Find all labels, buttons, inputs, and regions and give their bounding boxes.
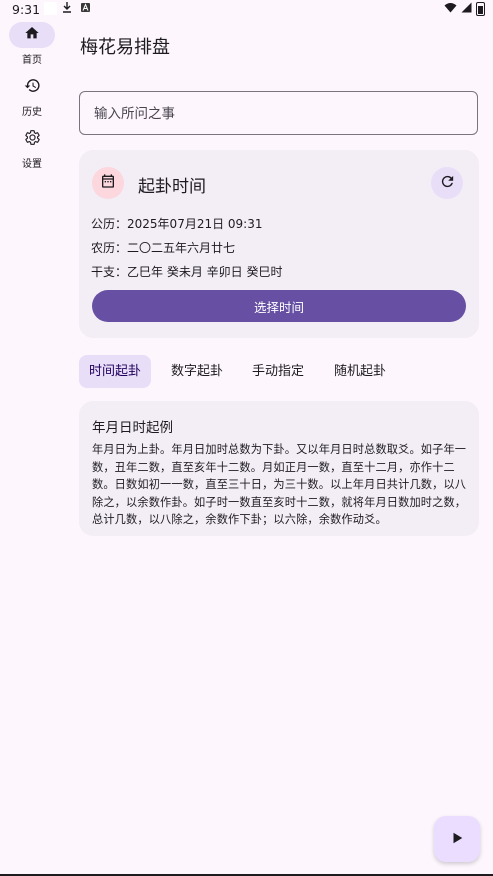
question-input[interactable]: [92, 92, 466, 136]
wifi-icon: [444, 2, 457, 16]
rail-item-home[interactable]: 首页: [0, 22, 64, 66]
notification-a-icon: [81, 3, 90, 12]
ganzhi-label: 干支：: [91, 265, 128, 279]
gear-icon: [24, 129, 41, 150]
tab-manual[interactable]: 手动指定: [242, 355, 314, 388]
rail-item-history-indicator[interactable]: [9, 74, 55, 100]
ganzhi-value: 乙巳年 癸未月 辛卯日 癸巳时: [127, 265, 283, 279]
method-info-card: 年月日时起例 年月日为上卦。年月日加时总数为下卦。又以年月日时总数取爻。如子年一…: [79, 401, 479, 536]
method-info-body: 年月日为上卦。年月日加时总数为下卦。又以年月日时总数取爻。如子年一数，丑年二数，…: [92, 443, 467, 526]
tab-random[interactable]: 随机起卦: [324, 355, 396, 388]
solar-date-row: 公历：2025年07月21日 09:31: [91, 215, 263, 232]
rail-item-home-label: 首页: [22, 55, 42, 66]
question-field[interactable]: [79, 91, 478, 136]
lunar-date-label: 农历：: [91, 241, 128, 255]
rail-item-history-label: 历史: [22, 107, 42, 118]
page-title: 梅花易排盘: [80, 37, 170, 58]
rail-item-history[interactable]: 历史: [0, 74, 64, 118]
time-card-title: 起卦时间: [138, 177, 206, 197]
rail-item-settings[interactable]: 设置: [0, 126, 64, 170]
history-icon: [24, 77, 41, 98]
tab-time[interactable]: 时间起卦: [79, 355, 152, 388]
download-icon: [62, 1, 72, 16]
rail-item-settings-label: 设置: [22, 159, 42, 170]
rail-item-settings-indicator[interactable]: [9, 126, 55, 152]
status-bar: 9:31: [0, 0, 493, 18]
start-divination-button[interactable]: [434, 816, 480, 862]
status-time: 9:31: [12, 2, 41, 17]
refresh-time-button[interactable]: [431, 167, 463, 199]
divination-time-card: 起卦时间 公历：2025年07月21日 09:31 农历：二〇二五年六月廿七 干…: [79, 150, 479, 338]
rail-item-home-indicator[interactable]: [9, 22, 55, 48]
method-info-title: 年月日时起例: [92, 420, 173, 436]
ganzhi-row: 干支：乙巳年 癸未月 辛卯日 癸巳时: [91, 263, 282, 280]
calendar-icon: [100, 173, 116, 193]
lunar-date-value: 二〇二五年六月廿七: [127, 241, 236, 255]
status-right: [444, 2, 485, 16]
tab-number[interactable]: 数字起卦: [161, 355, 233, 388]
battery-icon: [476, 2, 485, 16]
status-blank-icon: [44, 2, 57, 15]
lunar-date-row: 农历：二〇二五年六月廿七: [91, 239, 235, 256]
play-icon: [450, 830, 464, 849]
calendar-badge: [92, 167, 124, 199]
signal-icon: [461, 2, 472, 16]
home-icon: [24, 25, 40, 45]
select-time-button[interactable]: 选择时间: [92, 290, 466, 322]
solar-date-label: 公历：: [91, 217, 128, 231]
solar-date-value: 2025年07月21日 09:31: [127, 217, 263, 231]
refresh-icon: [439, 173, 456, 194]
